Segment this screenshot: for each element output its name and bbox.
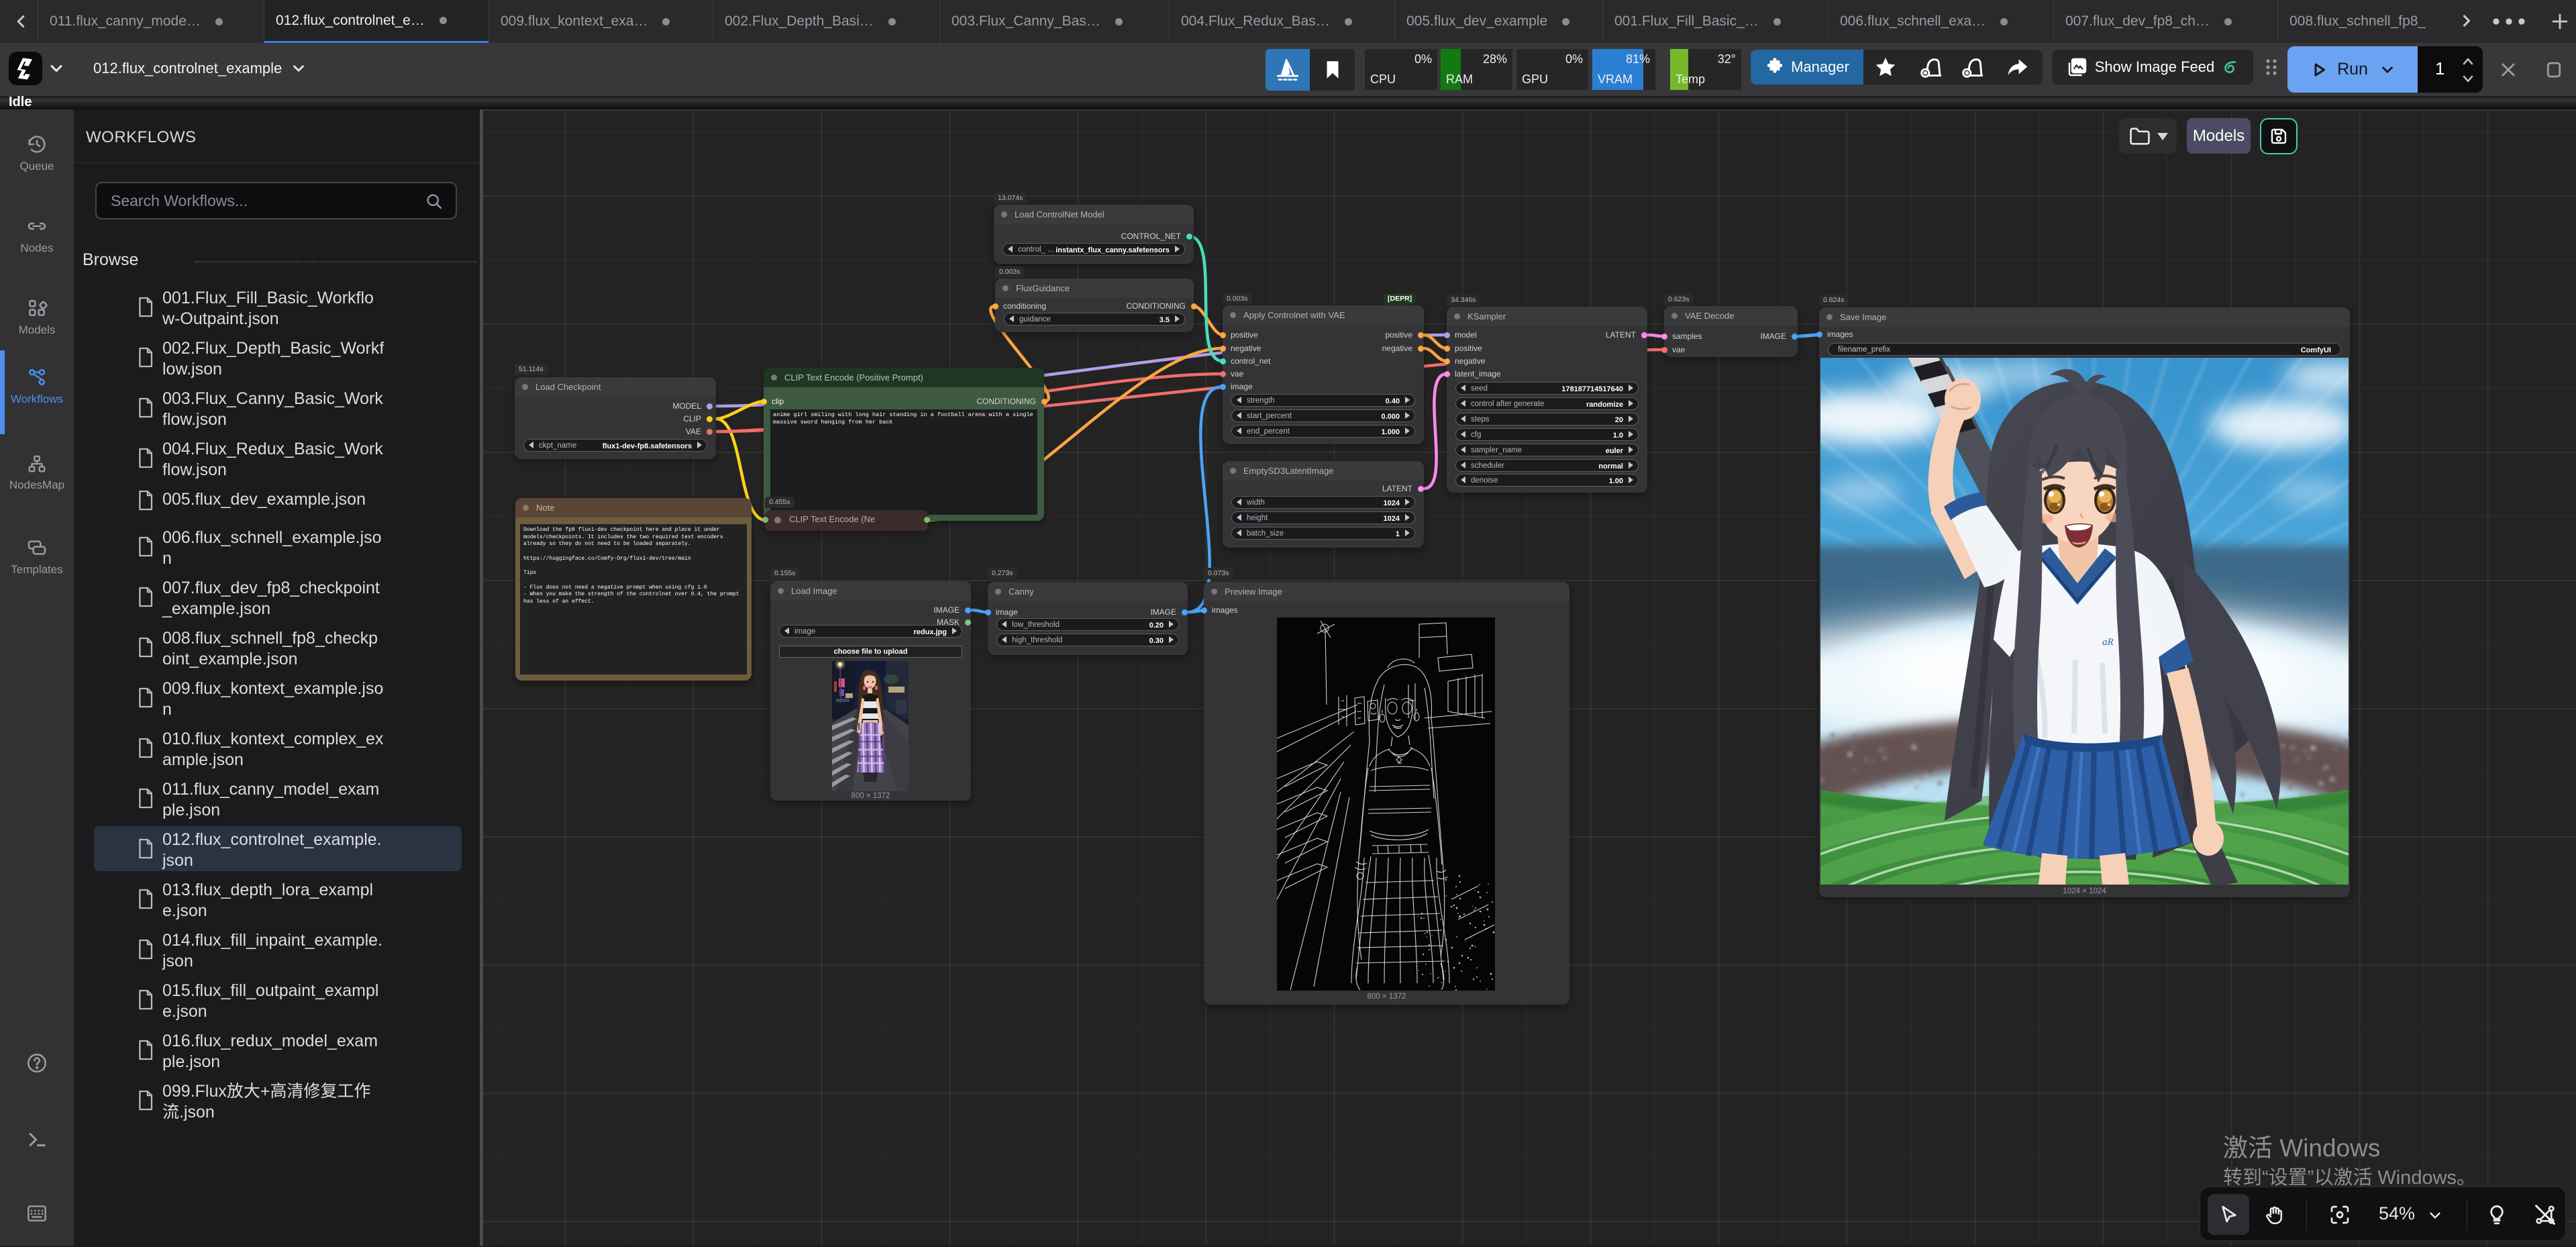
svg-text:aR: aR	[2102, 637, 2114, 648]
